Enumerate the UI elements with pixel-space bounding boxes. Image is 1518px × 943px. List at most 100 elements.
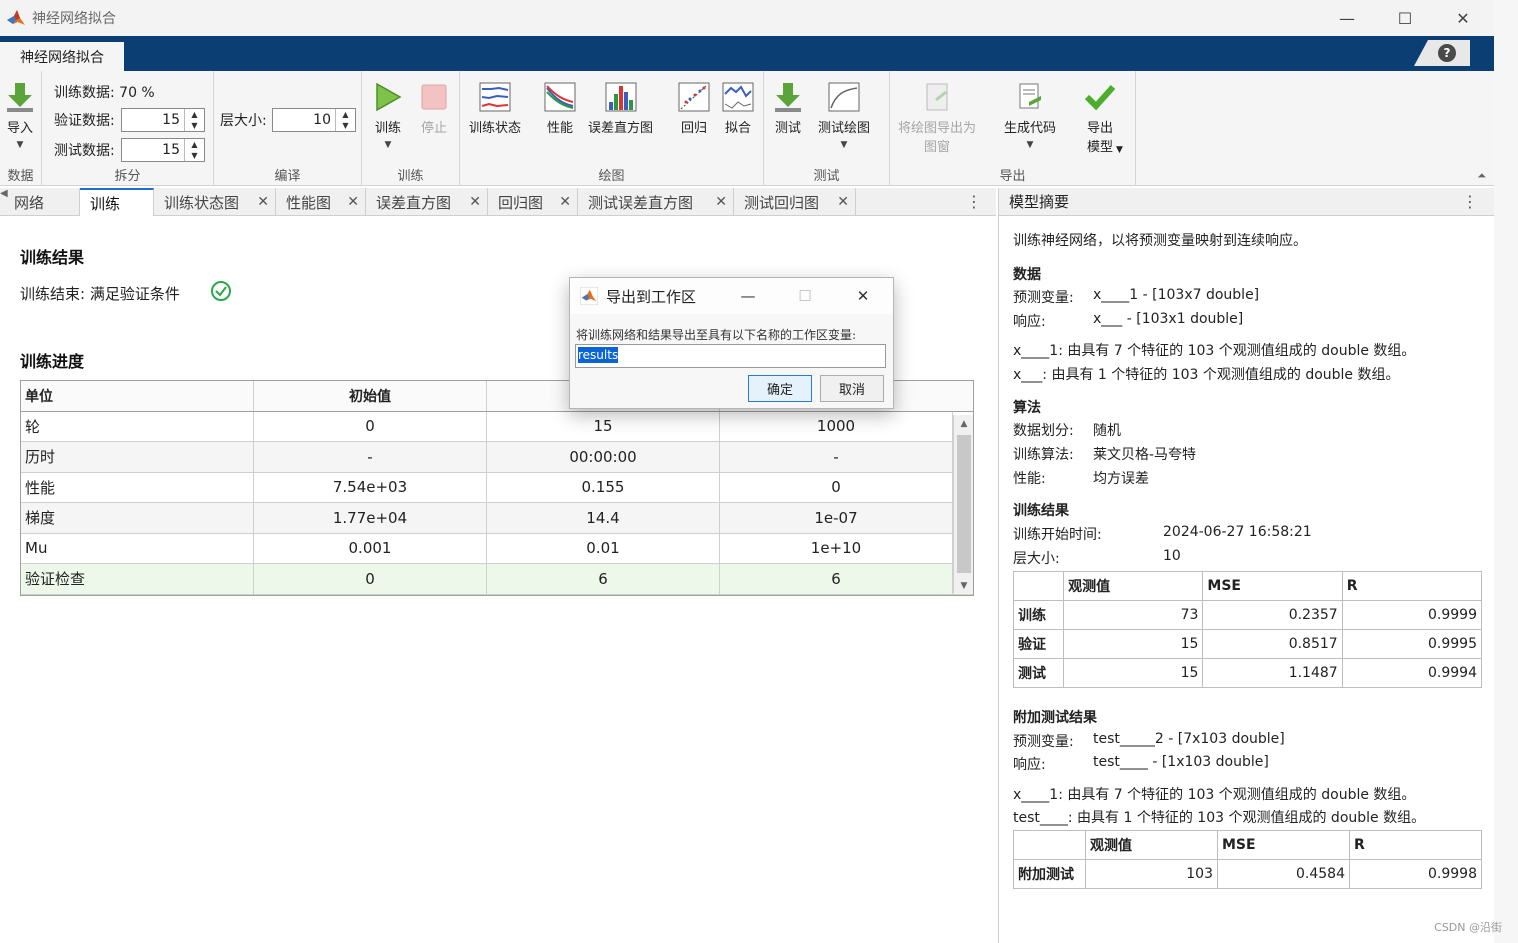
tab-menu-icon[interactable]: ⋮ — [966, 192, 982, 211]
row-label: Mu — [21, 533, 254, 563]
predictor-label: 预测变量: — [1013, 290, 1074, 306]
table-cell: 103 — [1085, 859, 1218, 889]
generate-code-button[interactable]: 生成代码 ▼ — [1004, 81, 1056, 150]
test-data-spinner[interactable]: 15 ▲ ▼ — [121, 138, 205, 162]
cancel-button[interactable]: 取消 — [820, 375, 884, 402]
val-data-value[interactable]: 15 — [122, 112, 184, 128]
import-button[interactable]: 导入 ▼ — [4, 81, 36, 150]
plot-item-label: 拟合 — [724, 121, 751, 136]
train-button[interactable]: 训练 ▼ — [372, 81, 404, 150]
variable-name-value[interactable]: results — [578, 347, 619, 363]
chevron-down-icon[interactable]: ▼ — [1116, 145, 1123, 155]
test-data-value[interactable]: 15 — [122, 142, 184, 158]
spinner-arrows-icon[interactable]: ▲ ▼ — [184, 109, 204, 131]
row-label: 测试 — [1012, 658, 1065, 688]
table-cell: 15 — [1063, 658, 1204, 688]
result-heading: 训练结果 — [1013, 503, 1069, 519]
close-icon[interactable]: ✕ — [837, 194, 849, 210]
group-label: 拆分 — [114, 169, 141, 184]
tab-label: 性能图 — [286, 193, 332, 212]
plot-train-state-button[interactable]: 训练状态 — [469, 81, 521, 138]
layer-size-value: 10 — [1163, 548, 1181, 564]
extra-response-value: test____ - [1x103 double] — [1093, 754, 1269, 770]
extra-test-table: 观测值 MSE R 附加测试 103 0.4584 0.9998 — [1013, 830, 1482, 889]
close-icon[interactable]: ✕ — [469, 194, 481, 210]
import-label: 导入 — [6, 121, 33, 136]
dialog-maximize-button[interactable]: ☐ — [780, 278, 830, 314]
panel-menu-icon[interactable]: ⋮ — [1462, 192, 1478, 211]
table-row: Mu 0.001 0.01 1e+10 — [21, 533, 973, 564]
plot-regression-button[interactable]: 回归 — [678, 81, 710, 138]
row-label: 轮 — [21, 411, 254, 441]
start-time-label: 训练开始时间: — [1013, 527, 1102, 543]
layer-size-value[interactable]: 10 — [273, 112, 335, 128]
table-row: 训练 73 0.2357 0.9999 — [1012, 600, 1483, 630]
test-plot-button[interactable]: 测试绘图 ▼ — [818, 81, 870, 150]
ribbon-bar: 神经网络拟合 ? — [0, 36, 1494, 71]
scroll-down-icon[interactable]: ▼ — [954, 581, 974, 591]
table-cell: 0.001 — [254, 533, 487, 563]
train-label: 训练 — [374, 121, 401, 136]
tab-performance[interactable]: 性能图 ✕ — [276, 188, 366, 216]
train-algorithm-label: 训练算法: — [1013, 447, 1074, 463]
table-cell: 0 — [254, 564, 487, 594]
group-label: 编译 — [274, 169, 301, 184]
regression-plot-icon — [678, 81, 710, 113]
dialog-close-button[interactable]: ✕ — [838, 278, 888, 314]
plot-error-histogram-button[interactable]: 误差直方图 — [588, 81, 653, 138]
model-summary-panel: 模型摘要 ⋮ 训练神经网络，以将预测变量映射到连续响应。 数据 预测变量: x_… — [998, 188, 1494, 943]
response-label: 响应: — [1013, 314, 1046, 330]
close-icon[interactable]: ✕ — [347, 194, 359, 210]
tab-training-state[interactable]: 训练状态图 ✕ — [154, 188, 276, 216]
column-header: 观测值 — [1063, 571, 1204, 601]
tab-regression[interactable]: 回归图 ✕ — [488, 188, 578, 216]
table-row: 历时 - 00:00:00 - — [21, 442, 973, 473]
scrollbar-thumb[interactable] — [957, 435, 971, 573]
app-tab[interactable]: 神经网络拟合 — [0, 42, 124, 71]
minimize-button[interactable]: — — [1318, 0, 1376, 36]
plot-fit-button[interactable]: 拟合 — [722, 81, 754, 138]
data-note: x____1: 由具有 7 个特征的 103 个观测值组成的 double 数组… — [1013, 343, 1416, 359]
table-scrollbar[interactable]: ▲ ▼ — [953, 415, 973, 593]
scroll-up-icon[interactable]: ▲ — [954, 419, 974, 429]
column-header — [1012, 571, 1065, 601]
extra-test-heading: 附加测试结果 — [1013, 710, 1097, 726]
tab-training[interactable]: 训练 — [80, 188, 154, 217]
close-icon[interactable]: ✕ — [715, 194, 727, 210]
plot-item-label: 回归 — [680, 121, 707, 136]
tab-label: 测试误差直方图 — [588, 193, 694, 212]
group-label: 数据 — [7, 169, 34, 184]
val-data-spinner[interactable]: 15 ▲ ▼ — [121, 108, 205, 132]
tab-network[interactable]: 网络 — [4, 188, 80, 216]
table-cell: 0.9998 — [1349, 859, 1482, 889]
maximize-button[interactable]: ☐ — [1376, 0, 1434, 36]
help-button[interactable]: ? — [1414, 40, 1470, 66]
data-heading: 数据 — [1013, 267, 1041, 283]
matlab-logo-icon — [7, 10, 25, 25]
variable-name-input[interactable]: results — [575, 344, 886, 368]
ok-button[interactable]: 确定 — [748, 375, 812, 402]
plot-performance-button[interactable]: 性能 — [544, 81, 576, 138]
val-data-row: 验证数据: 15 ▲ ▼ — [54, 108, 205, 132]
dialog-minimize-button[interactable]: — — [723, 278, 773, 314]
close-button[interactable]: ✕ — [1434, 0, 1492, 36]
export-figure-button[interactable]: 将绘图导出为 图窗 — [898, 81, 976, 157]
group-plot: 训练状态 性能 误差直方图 回归 拟合 绘图 — [460, 71, 764, 186]
collapse-toolstrip-icon[interactable]: ⏶ — [1477, 169, 1486, 183]
spinner-arrows-icon[interactable]: ▲ ▼ — [335, 109, 355, 131]
stop-button[interactable]: 停止 — [418, 81, 450, 138]
tab-test-regression[interactable]: 测试回归图 ✕ — [734, 188, 856, 216]
group-compile: 层大小: 10 ▲ ▼ 编译 — [214, 71, 362, 186]
export-model-button[interactable]: 导出 模型 — [1084, 81, 1116, 157]
train-state-plot-icon — [479, 81, 511, 113]
tab-error-histogram[interactable]: 误差直方图 ✕ — [366, 188, 488, 216]
layer-size-spinner[interactable]: 10 ▲ ▼ — [272, 108, 356, 132]
table-row: 测试 15 1.1487 0.9994 — [1012, 658, 1483, 688]
tab-test-error-histogram[interactable]: 测试误差直方图 ✕ — [578, 188, 734, 216]
close-icon[interactable]: ✕ — [559, 194, 571, 210]
table-cell: - — [254, 442, 487, 472]
test-button[interactable]: 测试 — [772, 81, 804, 138]
close-icon[interactable]: ✕ — [257, 194, 269, 210]
table-row: 验证 15 0.8517 0.9995 — [1012, 629, 1483, 659]
spinner-arrows-icon[interactable]: ▲ ▼ — [184, 139, 204, 161]
